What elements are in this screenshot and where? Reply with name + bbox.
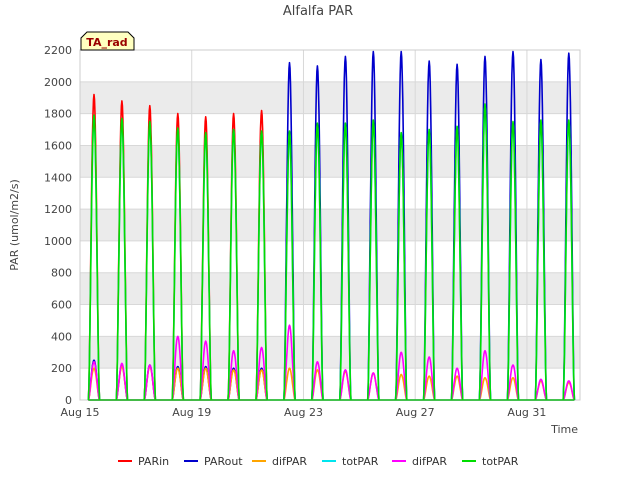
y-tick-label: 2200 [44,44,72,57]
legend-label: PARin [138,455,169,468]
x-tick-label: Aug 19 [172,406,211,419]
y-tick-label: 800 [51,267,72,280]
x-axis-label: Time [550,423,578,436]
y-tick-label: 1600 [44,139,72,152]
legend-label: totPAR [342,455,379,468]
y-tick-label: 1800 [44,108,72,121]
badge-label: TA_rad [86,36,127,49]
par-chart: Alfalfa PAR 0200400600800100012001400160… [0,0,640,480]
legend-label: totPAR [482,455,519,468]
plot-band [80,209,580,241]
y-tick-label: 1000 [44,235,72,248]
x-tick-label: Aug 23 [284,406,323,419]
y-tick-label: 600 [51,299,72,312]
y-tick-label: 2000 [44,76,72,89]
legend-label: PARout [204,455,243,468]
plot-band [80,145,580,178]
legend-label: difPAR [412,455,447,468]
plot-band [80,81,580,114]
ta-rad-badge: TA_rad [80,31,135,51]
chart-title: Alfalfa PAR [283,4,353,19]
y-tick-label: 200 [51,362,72,375]
x-tick-label: Aug 15 [61,406,100,419]
y-tick-label: 1200 [44,203,72,216]
plot-band [80,272,580,305]
legend-label: difPAR [272,455,307,468]
x-tick-label: Aug 31 [507,406,546,419]
y-axis-label: PAR (umol/m2/s) [8,179,21,271]
y-tick-label: 1400 [44,171,72,184]
y-tick-label: 400 [51,330,72,343]
x-tick-label: Aug 27 [396,406,435,419]
